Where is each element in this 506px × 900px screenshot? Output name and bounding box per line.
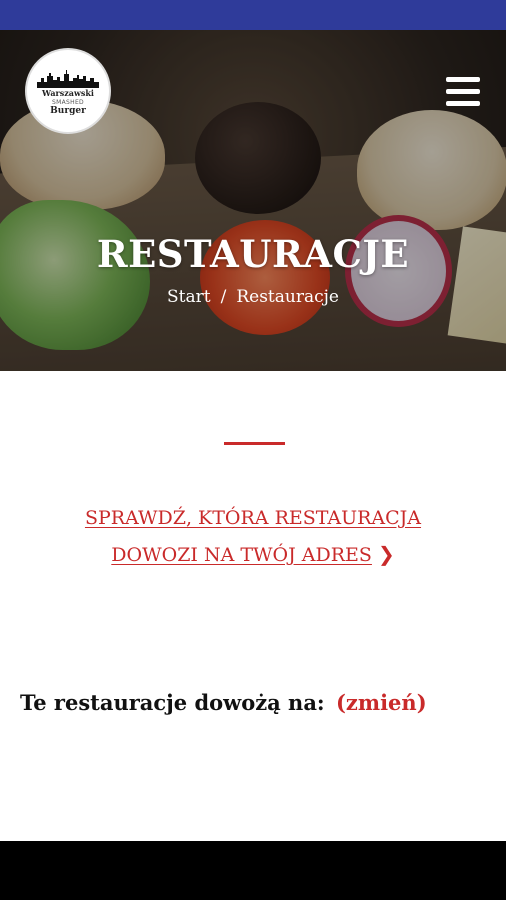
check-delivery-link[interactable]: SPRAWDŹ, KTÓRA RESTAURACJA DOWOZI NA TWÓ… [0, 500, 506, 573]
brand-logo[interactable]: Warszawski SMASHED Burger [27, 50, 109, 132]
status-bar [0, 0, 506, 30]
logo-text-line3: Burger [50, 106, 86, 116]
delivery-label: Te restauracje dowożą na: [20, 690, 325, 715]
breadcrumb-current: Restauracje [236, 287, 339, 307]
cta-line2: DOWOZI NA TWÓJ ADRES [111, 544, 372, 566]
logo-text-line1: Warszawski [42, 88, 94, 98]
menu-bar [446, 89, 480, 94]
menu-bar [446, 101, 480, 106]
breadcrumb-separator: / [220, 287, 227, 307]
breadcrumb-home-link[interactable]: Start [167, 287, 211, 307]
change-address-link[interactable]: (zmień) [336, 690, 427, 715]
chevron-right-icon: ❯ [377, 542, 395, 566]
system-navigation-bar [0, 841, 506, 900]
city-skyline-icon [37, 70, 99, 88]
cta-line1: SPRAWDŹ, KTÓRA RESTAURACJA [84, 507, 422, 529]
delivery-info: Te restauracje dowożą na: (zmień) [20, 690, 427, 715]
page-title: RESTAURACJE [96, 232, 410, 276]
breadcrumb: Start / Restauracje [0, 287, 506, 307]
logo-text-line2: SMASHED [52, 99, 84, 106]
hamburger-menu-icon[interactable] [446, 77, 480, 107]
menu-bar [446, 77, 480, 82]
cta-line2-wrap: DOWOZI NA TWÓJ ADRES ❯ [0, 536, 506, 573]
section-divider [224, 442, 285, 445]
